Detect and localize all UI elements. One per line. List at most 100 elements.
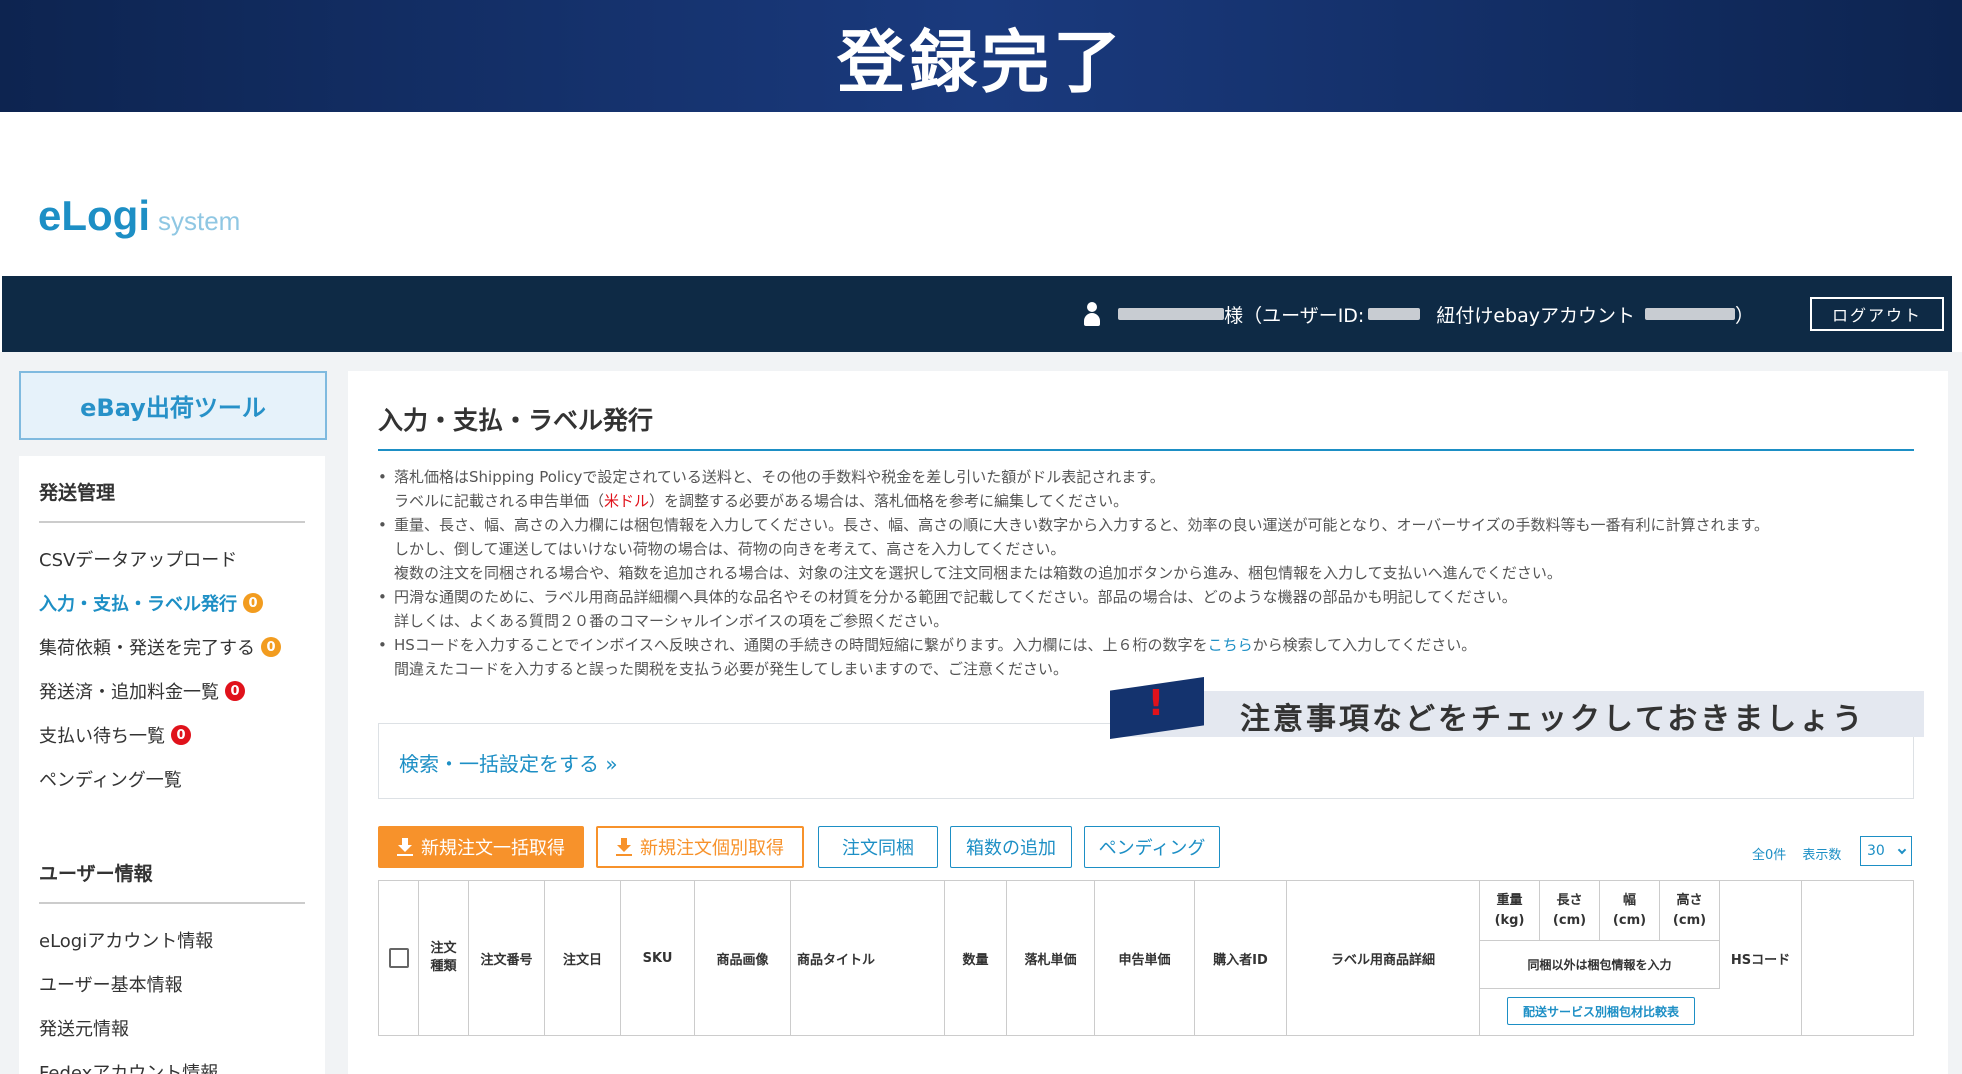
- note-item: HSコードを入力することでインボイスへ反映され、通関の手続きの時間短縮に繋がりま…: [378, 633, 1938, 681]
- sidebar-item-user-basic[interactable]: ユーザー基本情報: [39, 962, 305, 1006]
- note-item: 円滑な通関のために、ラベル用商品詳細欄へ具体的な品名やその材質を分かる範囲で記載…: [378, 585, 1938, 633]
- bulk-fetch-orders-button[interactable]: 新規注文一括取得: [378, 826, 584, 868]
- title-divider: [378, 449, 1914, 451]
- sidebar-item-pickup-complete[interactable]: 集荷依頼・発送を完了する 0: [39, 625, 305, 669]
- count-badge: 0: [225, 681, 245, 701]
- chevron-down-icon: [1897, 845, 1907, 855]
- sidebar-item-label: CSVデータアップロード: [39, 550, 238, 571]
- logo-main-text: eLogi: [38, 192, 150, 239]
- sidebar-section-shipping: 発送管理: [39, 456, 305, 523]
- header-length: 長さ (cm): [1540, 881, 1600, 941]
- header-packing-note: 同梱以外は梱包情報を入力: [1480, 941, 1720, 989]
- count-badge: 0: [243, 593, 263, 613]
- sidebar-item-label: ペンディング一覧: [39, 770, 182, 791]
- note-text: ラベルに記載される申告単価（: [394, 492, 605, 510]
- sidebar-item-csv-upload[interactable]: CSVデータアップロード: [39, 537, 305, 581]
- sidebar-item-elogi-account[interactable]: eLogiアカウント情報: [39, 918, 305, 962]
- sidebar-item-sender-info[interactable]: 発送元情報: [39, 1006, 305, 1050]
- note-text: 詳しくは、よくある質問２０番のコマーシャルインボイスの項をご参照ください。: [394, 612, 949, 630]
- orders-table-header: 注文種類 注文番号 注文日 SKU 商品画像 商品タイトル 数量 落札単価 申告…: [378, 880, 1914, 1036]
- button-label: 新規注文個別取得: [640, 838, 784, 859]
- header-label-detail: ラベル用商品詳細: [1287, 881, 1480, 1035]
- close-paren: ）: [1734, 304, 1754, 327]
- header-weight: 重量 (kg): [1480, 881, 1540, 941]
- sidebar-item-shipped-fees[interactable]: 発送済・追加料金一覧 0: [39, 669, 305, 713]
- sidebar-item-awaiting-payment[interactable]: 支払い待ち一覧 0: [39, 713, 305, 757]
- ebay-tool-title[interactable]: eBay出荷ツール: [19, 371, 327, 440]
- select-all-checkbox[interactable]: [388, 948, 409, 968]
- page-title: 入力・支払・ラベル発行: [378, 406, 654, 435]
- note-item: 落札価格はShipping Policyで設定されている送料と、その他の手数料や…: [378, 465, 1938, 513]
- add-box-button[interactable]: 箱数の追加: [950, 826, 1072, 868]
- note-text: 複数の注文を同梱される場合や、箱数を追加される場合は、対象の注文を選択して注文同…: [394, 564, 1562, 582]
- per-page-select[interactable]: 30: [1860, 836, 1912, 866]
- sidebar-item-pending[interactable]: ペンディング一覧: [39, 757, 305, 801]
- hs-code-search-link[interactable]: こちら: [1208, 636, 1253, 654]
- download-icon: [616, 838, 632, 856]
- header-declared-price: 申告単価: [1095, 881, 1195, 1035]
- sidebar-item-label: 集荷依頼・発送を完了する: [39, 638, 255, 659]
- dim-label: 長さ: [1556, 892, 1583, 908]
- download-icon: [397, 838, 413, 856]
- note-text: 円滑な通関のために、ラベル用商品詳細欄へ具体的な品名やその材質を分かる範囲で記載…: [394, 588, 1517, 606]
- single-fetch-orders-button[interactable]: 新規注文個別取得: [596, 826, 804, 868]
- total-count: 全0件: [1752, 848, 1787, 863]
- redacted-user-name: [1118, 308, 1225, 320]
- dim-label: 高さ: [1676, 892, 1703, 908]
- user-icon: [1084, 302, 1101, 326]
- sidebar: 発送管理 CSVデータアップロード 入力・支払・ラベル発行 0 集荷依頼・発送を…: [19, 456, 325, 1074]
- header-order-no: 注文番号: [469, 881, 545, 1035]
- count-badge: 0: [171, 725, 191, 745]
- redacted-user-id: [1368, 308, 1421, 320]
- note-text: 落札価格はShipping Policyで設定されている送料と、その他の手数料や…: [394, 468, 1165, 486]
- button-label: 新規注文一括取得: [421, 838, 565, 859]
- dim-unit: (cm): [1672, 912, 1707, 928]
- header-winning-price: 落札単価: [1007, 881, 1095, 1035]
- elogi-logo[interactable]: eLogi system: [38, 192, 240, 240]
- note-highlight: 米ドル: [604, 492, 650, 510]
- header-bar: 様（ユーザーID: 紐付けebayアカウント ） ログアウト: [2, 276, 1952, 352]
- combine-orders-button[interactable]: 注文同梱: [818, 826, 938, 868]
- logo-sub-text: system: [158, 206, 241, 236]
- sidebar-item-label: 入力・支払・ラベル発行: [39, 594, 237, 615]
- header-height: 高さ (cm): [1660, 881, 1720, 941]
- banner-title: 登録完了: [836, 23, 1125, 103]
- sidebar-item-label: 発送済・追加料金一覧: [39, 682, 219, 703]
- note-text: しかし、倒して運送してはいけない荷物の場合は、荷物の向きを考えて、高さを入力して…: [394, 540, 1066, 558]
- sidebar-item-label: Fedexアカウント情報: [39, 1063, 219, 1074]
- header-order-date: 注文日: [545, 881, 621, 1035]
- note-text: から検索して入力してください。: [1252, 636, 1477, 654]
- header-hs-code: HSコード: [1720, 881, 1802, 1035]
- sidebar-section-user-info: ユーザー情報: [39, 837, 305, 904]
- pending-button[interactable]: ペンディング: [1084, 826, 1220, 868]
- header-order-type: 注文種類: [419, 881, 469, 1035]
- sidebar-item-fedex-account[interactable]: Fedexアカウント情報: [39, 1050, 305, 1074]
- header-item-image: 商品画像: [695, 881, 791, 1035]
- note-text: ）を調整する必要がある場合は、落札価格を参考に編集してください。: [649, 492, 1129, 510]
- account-label: 紐付けebayアカウント: [1436, 304, 1635, 327]
- header-sku: SKU: [621, 881, 695, 1035]
- user-suffix: 様（ユーザーID:: [1224, 304, 1365, 327]
- packaging-compare-button[interactable]: 配送サービス別梱包材比較表: [1507, 997, 1695, 1025]
- search-bulk-settings-link[interactable]: 検索・一括設定をする »: [399, 748, 618, 777]
- sidebar-item-input-pay-label[interactable]: 入力・支払・ラベル発行 0: [39, 581, 305, 625]
- logout-button[interactable]: ログアウト: [1810, 297, 1944, 331]
- sidebar-item-label: 発送元情報: [39, 1019, 129, 1040]
- select-all-cell: [379, 881, 419, 1035]
- count-info: 全0件 表示数: [1752, 844, 1841, 863]
- note-text: 重量、長さ、幅、高さの入力欄には梱包情報を入力してください。長さ、幅、高さの順に…: [394, 516, 1770, 534]
- note-text: 間違えたコードを入力すると誤った関税を支払う必要が発生してしまいますので、ご注意…: [394, 660, 1068, 678]
- notes-list: 落札価格はShipping Policyで設定されている送料と、その他の手数料や…: [378, 465, 1938, 681]
- sidebar-item-label: eLogiアカウント情報: [39, 931, 214, 952]
- header-width: 幅 (cm): [1600, 881, 1660, 941]
- header-buyer-id: 購入者ID: [1195, 881, 1287, 1035]
- sidebar-item-label: 支払い待ち一覧: [39, 726, 165, 747]
- display-count-label: 表示数: [1802, 848, 1842, 863]
- header-item-title: 商品タイトル: [791, 881, 945, 1035]
- dim-unit: (cm): [1552, 912, 1587, 928]
- top-banner: 登録完了: [0, 0, 1962, 112]
- per-page-value: 30: [1867, 843, 1885, 859]
- note-item: 重量、長さ、幅、高さの入力欄には梱包情報を入力してください。長さ、幅、高さの順に…: [378, 513, 1938, 585]
- dim-unit: (cm): [1612, 912, 1647, 928]
- redacted-ebay-account: [1644, 308, 1735, 320]
